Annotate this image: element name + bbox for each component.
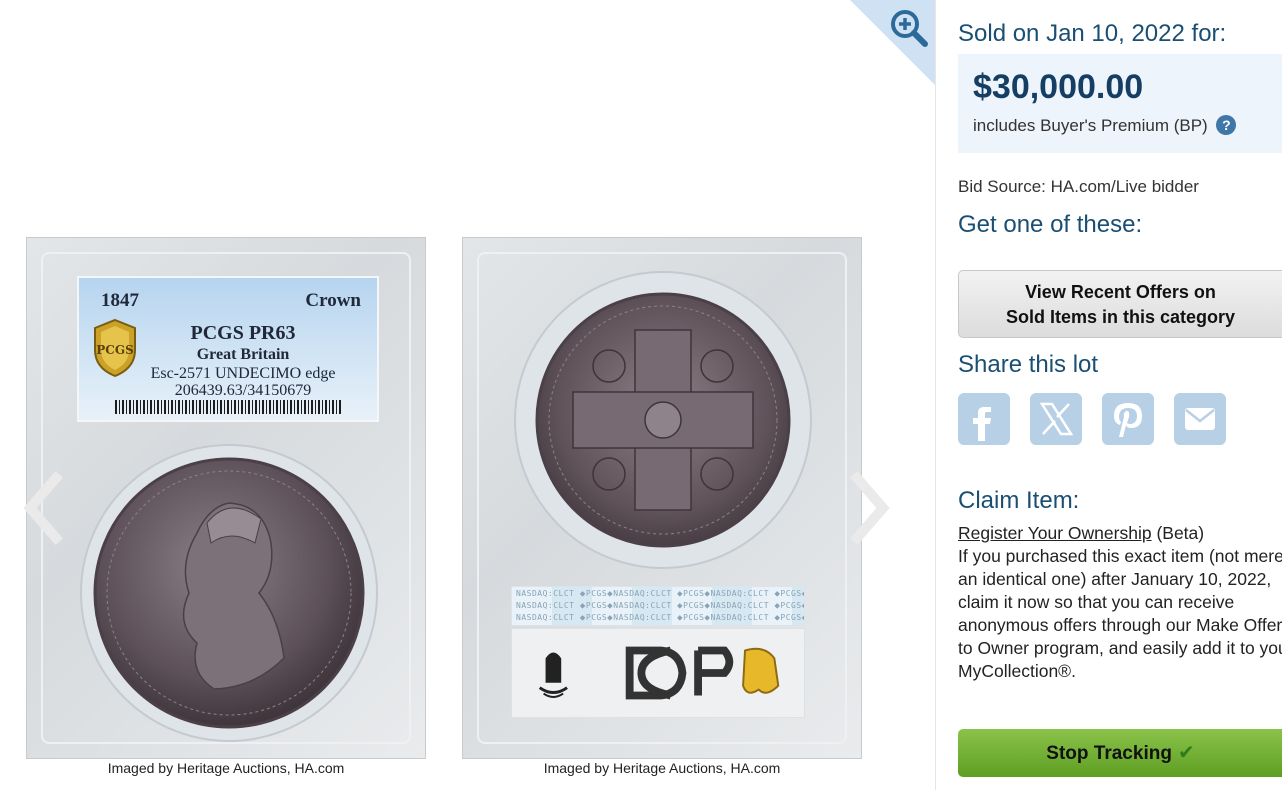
label-country: Great Britain — [196, 346, 290, 363]
image-credit-obverse: Imaged by Heritage Auctions, HA.com — [107, 760, 345, 776]
facebook-share-button[interactable] — [958, 393, 1010, 445]
slab-back-label — [511, 628, 805, 718]
chevron-left-icon[interactable] — [20, 470, 68, 546]
stop-tracking-label: Stop Tracking — [1046, 743, 1172, 764]
pinterest-icon — [1114, 403, 1142, 437]
sold-price: $30,000.00 — [973, 68, 1144, 106]
hologram-text: NASDAQ:CLCT ⬥PCGS⬥NASDAQ:CLCT ⬥PCGS⬥NASD… — [516, 601, 804, 610]
x-icon — [1039, 402, 1074, 436]
chevron-right-icon[interactable] — [845, 470, 893, 546]
claim-beta-tag: (Beta) — [1151, 523, 1205, 543]
x-share-button[interactable] — [1030, 393, 1082, 445]
checkmark-icon: ✔ — [1177, 742, 1195, 764]
view-recent-offers-button[interactable]: View Recent Offers on Sold Items in this… — [958, 270, 1282, 338]
coin-obverse — [80, 444, 378, 742]
facebook-icon — [973, 407, 991, 441]
help-icon[interactable]: ? — [1216, 115, 1237, 135]
coin-image-obverse[interactable]: PCGS 1847 Crown PCGS PR63 Great Britain … — [26, 237, 426, 759]
hologram-strip: NASDAQ:CLCT ⬥PCGS⬥NASDAQ:CLCT ⬥PCGS⬥NASD… — [511, 586, 805, 626]
image-credit-reverse: Imaged by Heritage Auctions, HA.com — [543, 760, 781, 776]
image-gallery: PCGS 1847 Crown PCGS PR63 Great Britain … — [0, 0, 936, 790]
price-box: $30,000.00 includes Buyer's Premium (BP)… — [958, 54, 1282, 153]
hologram-text: NASDAQ:CLCT ⬥PCGS⬥NASDAQ:CLCT ⬥PCGS⬥NASD… — [516, 613, 804, 622]
hologram-text: NASDAQ:CLCT ⬥PCGS⬥NASDAQ:CLCT ⬥PCGS⬥NASD… — [516, 589, 804, 598]
get-one-heading: Get one of these: — [958, 211, 1143, 238]
coin-reverse — [514, 271, 812, 569]
claim-body-text: If you purchased this exact item (not me… — [958, 546, 1282, 681]
stop-tracking-button[interactable]: Stop Tracking ✔ — [958, 729, 1282, 777]
buyers-premium-note: includes Buyer's Premium (BP) ? — [973, 115, 1237, 136]
email-icon — [1185, 408, 1215, 430]
coin-image-reverse[interactable]: NASDAQ:CLCT ⬥PCGS⬥NASDAQ:CLCT ⬥PCGS⬥NASD… — [462, 237, 862, 759]
offers-button-line1: View Recent Offers on — [1025, 282, 1216, 302]
sold-heading: Sold on Jan 10, 2022 for: — [958, 20, 1227, 47]
bid-source: Bid Source: HA.com/Live bidder — [958, 177, 1199, 196]
email-share-button[interactable] — [1174, 393, 1226, 445]
share-heading: Share this lot — [958, 351, 1099, 378]
pinterest-share-button[interactable] — [1102, 393, 1154, 445]
claim-description: Register Your Ownership (Beta) If you pu… — [958, 522, 1282, 683]
label-year: 1847 — [101, 290, 139, 311]
claim-heading: Claim Item: — [958, 487, 1080, 514]
label-barcode — [115, 400, 341, 414]
label-denomination: Crown — [305, 290, 361, 311]
offers-button-line2: Sold Items in this category — [1005, 307, 1236, 327]
pcgs-logo-mirrored-icon — [538, 646, 780, 700]
grading-label: PCGS 1847 Crown PCGS PR63 Great Britain … — [77, 276, 379, 422]
label-cert-number: 206439.63/34150679 — [174, 382, 312, 399]
zoom-in-icon[interactable] — [886, 6, 930, 50]
label-variety: Esc-2571 UNDECIMO edge — [150, 365, 336, 382]
register-ownership-link[interactable]: Register Your Ownership — [958, 523, 1152, 543]
lot-sidebar: Sold on Jan 10, 2022 for: $30,000.00 inc… — [935, 0, 1282, 790]
label-grade: PCGS PR63 — [190, 322, 296, 344]
buyers-premium-text: includes Buyer's Premium (BP) — [973, 116, 1208, 135]
